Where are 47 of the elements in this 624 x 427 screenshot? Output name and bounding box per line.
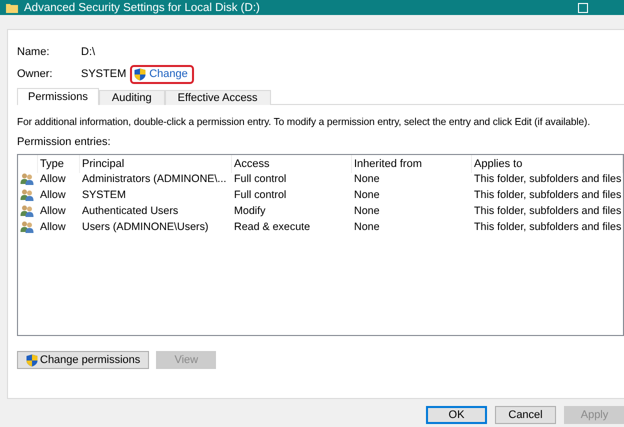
column-header[interactable]: Principal bbox=[80, 155, 232, 173]
shield-icon bbox=[134, 68, 146, 80]
tab[interactable]: Auditing bbox=[98, 90, 165, 105]
table-cell-text: Modify bbox=[233, 204, 266, 219]
table-cell-text: Read & execute bbox=[233, 220, 312, 235]
table-cell-text: None bbox=[353, 172, 381, 187]
tab[interactable]: Effective Access bbox=[164, 90, 271, 105]
dialog-button[interactable]: OK bbox=[426, 406, 487, 424]
users-icon bbox=[20, 189, 34, 201]
column-header[interactable]: Access bbox=[232, 155, 352, 173]
name-value: D:\ bbox=[81, 46, 96, 58]
table-cell-text: None bbox=[353, 204, 381, 219]
table-cell-text: Full control bbox=[233, 188, 288, 203]
table-cell-text: Full control bbox=[233, 172, 288, 187]
table-cell-text: This folder, subfolders and files bbox=[473, 172, 622, 187]
table-cell-text: Allow bbox=[39, 204, 67, 219]
name-label: Name: bbox=[17, 46, 50, 58]
table-cell-text: Authenticated Users bbox=[81, 204, 180, 219]
shield-icon bbox=[26, 354, 38, 366]
owner-label: Owner: bbox=[17, 68, 54, 80]
column-header[interactable]: Type bbox=[38, 155, 80, 173]
table-cell-text: This folder, subfolders and files bbox=[473, 220, 622, 235]
dialog-button[interactable]: Cancel bbox=[495, 406, 556, 424]
owner-value: SYSTEM bbox=[81, 68, 126, 80]
column-header[interactable]: Inherited from bbox=[352, 155, 472, 173]
table-cell-text: None bbox=[353, 188, 381, 203]
info-text: For additional information, double-click a permission entry. To modify a permission entry, select the entry and click Edit (if available). bbox=[17, 117, 592, 128]
table-cell-text: This folder, subfolders and files bbox=[473, 188, 622, 203]
tab[interactable]: Permissions bbox=[17, 88, 99, 105]
entries-label: Permission entries: bbox=[17, 136, 112, 148]
action-button[interactable]: Change permissions bbox=[17, 351, 150, 369]
users-icon bbox=[20, 221, 34, 233]
users-icon bbox=[20, 173, 34, 185]
column-header[interactable]: Applies to bbox=[472, 155, 623, 173]
table-cell-text: None bbox=[353, 220, 381, 235]
table-cell-text: Allow bbox=[39, 220, 67, 235]
users-icon bbox=[20, 205, 34, 217]
table-cell-text: This folder, subfolders and files bbox=[473, 204, 622, 219]
table-cell-text: Administrators (ADMINONE\... bbox=[81, 172, 228, 187]
maximize-icon[interactable] bbox=[578, 2, 588, 12]
table-cell-text: Allow bbox=[39, 188, 67, 203]
table-cell-text: Users (ADMINONE\Users) bbox=[81, 220, 210, 235]
change-owner-link[interactable]: Change bbox=[130, 64, 194, 84]
window-title: Advanced Security Settings for Local Disk (D:) bbox=[24, 2, 261, 14]
table-cell-text: SYSTEM bbox=[81, 188, 127, 203]
folder-icon bbox=[6, 2, 18, 12]
table-cell-text: Allow bbox=[39, 172, 67, 187]
